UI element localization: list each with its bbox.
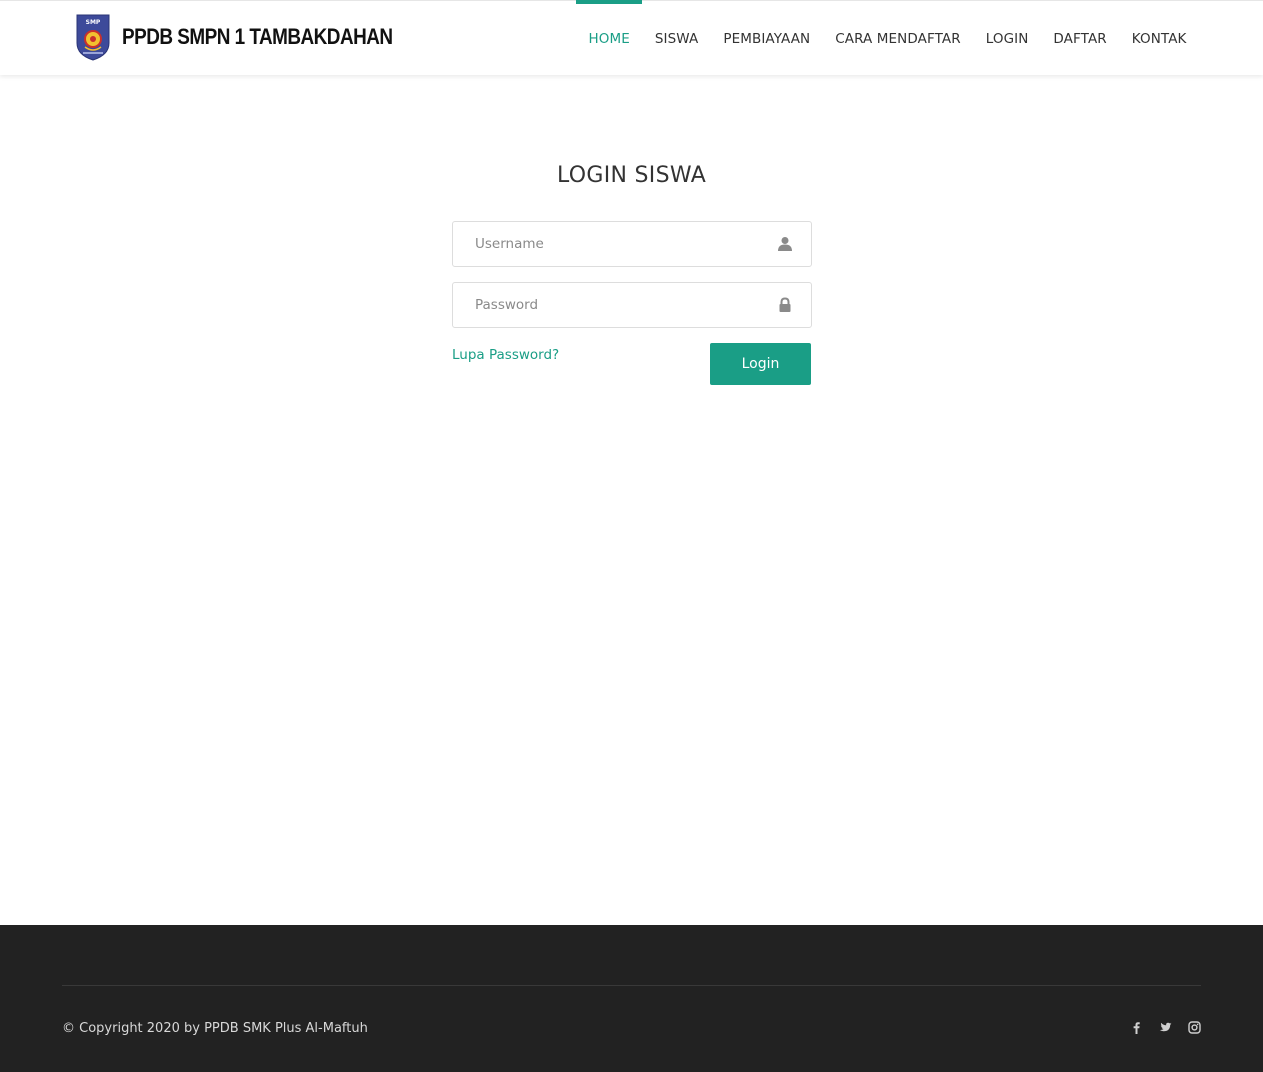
nav-item-cara-mendaftar[interactable]: CARA MENDAFTAR — [823, 1, 973, 76]
login-button[interactable]: Login — [710, 343, 811, 385]
nav-item-login[interactable]: LOGIN — [973, 1, 1041, 76]
site-header: SMP PPDB SMPN 1 TAMBAKDAHAN HOME SISWA P… — [0, 0, 1263, 75]
nav-item-pembiayaan[interactable]: PEMBIAYAAN — [711, 1, 823, 76]
forgot-password-link[interactable]: Lupa Password? — [452, 347, 559, 363]
lock-icon — [777, 297, 793, 313]
footer-divider — [62, 985, 1201, 986]
site-footer: © Copyright 2020 by PPDB SMK Plus Al-Maf… — [0, 925, 1263, 1072]
brand[interactable]: SMP PPDB SMPN 1 TAMBAKDAHAN — [75, 12, 437, 62]
instagram-icon[interactable] — [1188, 1021, 1201, 1034]
school-logo: SMP — [75, 13, 111, 61]
username-field-wrapper — [452, 221, 812, 267]
copyright-text: © Copyright 2020 by PPDB SMK Plus Al-Maf… — [62, 1021, 368, 1036]
nav-item-siswa[interactable]: SISWA — [642, 1, 710, 76]
twitter-icon[interactable] — [1159, 1021, 1172, 1034]
nav-item-kontak[interactable]: KONTAK — [1119, 1, 1199, 76]
username-input[interactable] — [473, 222, 763, 266]
page-title: LOGIN SISWA — [556, 163, 707, 188]
shield-icon: SMP — [76, 14, 110, 61]
main-nav: HOME SISWA PEMBIAYAAN CARA MENDAFTAR LOG… — [576, 0, 1199, 76]
password-input[interactable] — [473, 283, 763, 327]
nav-item-daftar[interactable]: DAFTAR — [1041, 1, 1119, 76]
facebook-icon[interactable] — [1130, 1021, 1143, 1034]
user-icon — [777, 236, 793, 252]
password-field-wrapper — [452, 282, 812, 328]
svg-text:SMP: SMP — [86, 19, 101, 26]
nav-item-home[interactable]: HOME — [576, 0, 643, 76]
brand-name: PPDB SMPN 1 TAMBAKDAHAN — [122, 24, 393, 49]
social-links — [1130, 1021, 1201, 1034]
